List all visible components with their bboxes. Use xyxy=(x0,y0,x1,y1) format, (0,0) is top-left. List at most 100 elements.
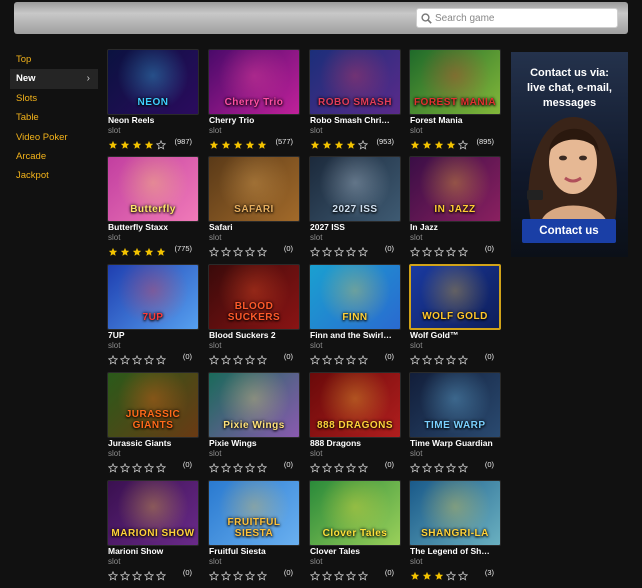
star-filled-icon[interactable] xyxy=(144,244,154,256)
star-empty-icon[interactable] xyxy=(131,352,143,365)
star-filled-icon[interactable] xyxy=(346,137,356,149)
star-filled-icon[interactable] xyxy=(120,137,130,149)
game-title[interactable]: Neon Reels xyxy=(108,115,200,125)
star-empty-icon[interactable] xyxy=(131,460,143,473)
game-thumbnail[interactable]: FINN xyxy=(309,264,401,330)
star-filled-icon[interactable] xyxy=(310,137,320,149)
star-filled-icon[interactable] xyxy=(108,137,118,149)
search-box[interactable] xyxy=(416,8,618,28)
star-rating[interactable]: (0) xyxy=(309,460,402,473)
game-thumbnail[interactable]: TIME WARP xyxy=(409,372,501,438)
game-thumbnail[interactable]: MARIONI SHOW xyxy=(107,480,199,546)
search-input[interactable] xyxy=(435,10,611,26)
star-rating[interactable]: (3) xyxy=(410,568,502,581)
star-filled-icon[interactable] xyxy=(410,137,420,149)
star-empty-icon[interactable] xyxy=(256,244,268,257)
game-card[interactable]: 7UP 7UP slot (0) xyxy=(107,264,199,365)
star-empty-icon[interactable] xyxy=(321,568,333,581)
star-filled-icon[interactable] xyxy=(120,244,130,256)
game-card[interactable]: MARIONI SHOW Marioni Show slot (0) xyxy=(107,480,199,581)
star-rating[interactable]: (0) xyxy=(107,568,200,581)
star-empty-icon[interactable] xyxy=(445,352,457,365)
sidebar-item-new[interactable]: New › xyxy=(10,69,98,89)
star-empty-icon[interactable] xyxy=(220,568,232,581)
game-title[interactable]: 888 Dragons xyxy=(310,438,402,448)
star-empty-icon[interactable] xyxy=(155,137,167,150)
star-rating[interactable]: (0) xyxy=(208,568,301,581)
game-title[interactable]: In Jazz xyxy=(410,222,502,232)
star-empty-icon[interactable] xyxy=(232,352,244,365)
game-title[interactable]: Clover Tales xyxy=(310,546,402,556)
star-empty-icon[interactable] xyxy=(143,460,155,473)
game-card[interactable]: Butterfly Butterfly Staxx slot (775) xyxy=(107,156,199,257)
star-empty-icon[interactable] xyxy=(155,568,167,581)
star-empty-icon[interactable] xyxy=(208,460,220,473)
game-thumbnail[interactable]: FRUITFUL SIESTA xyxy=(208,480,300,546)
star-empty-icon[interactable] xyxy=(421,460,433,473)
star-empty-icon[interactable] xyxy=(131,568,143,581)
star-empty-icon[interactable] xyxy=(457,244,469,257)
game-thumbnail[interactable]: JURASSIC GIANTS xyxy=(107,372,199,438)
star-rating[interactable]: (577) xyxy=(209,137,301,149)
contact-us-button[interactable]: Contact us xyxy=(522,219,616,243)
star-rating[interactable]: (0) xyxy=(409,244,502,257)
star-empty-icon[interactable] xyxy=(155,460,167,473)
game-title[interactable]: Safari xyxy=(209,222,301,232)
game-title[interactable]: Butterfly Staxx xyxy=(108,222,200,232)
star-empty-icon[interactable] xyxy=(433,460,445,473)
star-filled-icon[interactable] xyxy=(410,568,420,580)
star-rating[interactable]: (895) xyxy=(410,137,502,150)
star-filled-icon[interactable] xyxy=(446,137,456,149)
game-card[interactable]: BLOOD SUCKERS Blood Suckers 2 slot (0) xyxy=(208,264,300,365)
star-empty-icon[interactable] xyxy=(309,568,321,581)
sidebar-item-table[interactable]: Table xyxy=(10,108,98,127)
star-empty-icon[interactable] xyxy=(345,568,357,581)
game-card[interactable]: FOREST MANIA Forest Mania slot (895) xyxy=(409,49,501,150)
game-title[interactable]: Forest Mania xyxy=(410,115,502,125)
game-card[interactable]: NEON Neon Reels slot (987) xyxy=(107,49,199,150)
star-filled-icon[interactable] xyxy=(422,568,432,580)
star-filled-icon[interactable] xyxy=(257,137,267,149)
game-title[interactable]: 2027 ISS xyxy=(310,222,402,232)
game-card[interactable]: Clover Tales Clover Tales slot (0) xyxy=(309,480,401,581)
star-filled-icon[interactable] xyxy=(245,137,255,149)
star-rating[interactable]: (0) xyxy=(107,460,200,473)
game-thumbnail[interactable]: NEON xyxy=(107,49,199,115)
star-filled-icon[interactable] xyxy=(132,137,142,149)
star-filled-icon[interactable] xyxy=(233,137,243,149)
game-thumbnail[interactable]: Cherry Trio xyxy=(208,49,300,115)
star-filled-icon[interactable] xyxy=(132,244,142,256)
game-thumbnail[interactable]: SHANGRI-LA xyxy=(409,480,501,546)
game-card[interactable]: TIME WARP Time Warp Guardian slot (0) xyxy=(409,372,501,473)
star-empty-icon[interactable] xyxy=(119,460,131,473)
star-empty-icon[interactable] xyxy=(421,352,433,365)
star-filled-icon[interactable] xyxy=(221,137,231,149)
star-filled-icon[interactable] xyxy=(422,137,432,149)
game-title[interactable]: Pixie Wings xyxy=(209,438,301,448)
game-card[interactable]: Pixie Wings Pixie Wings slot (0) xyxy=(208,372,300,473)
game-title[interactable]: Finn and the Swirl… xyxy=(310,330,402,340)
game-card[interactable]: ROBO SMASH Robo Smash Chri… slot (953) xyxy=(309,49,401,150)
star-empty-icon[interactable] xyxy=(256,352,268,365)
sidebar-item-video-poker[interactable]: Video Poker xyxy=(10,128,98,147)
star-rating[interactable]: (0) xyxy=(208,244,301,257)
star-empty-icon[interactable] xyxy=(433,244,445,257)
star-filled-icon[interactable] xyxy=(209,137,219,149)
star-empty-icon[interactable] xyxy=(457,137,469,150)
star-filled-icon[interactable] xyxy=(144,137,154,149)
star-empty-icon[interactable] xyxy=(409,244,421,257)
star-empty-icon[interactable] xyxy=(357,460,369,473)
star-filled-icon[interactable] xyxy=(434,568,444,580)
star-rating[interactable]: (953) xyxy=(310,137,402,150)
star-empty-icon[interactable] xyxy=(357,352,369,365)
star-empty-icon[interactable] xyxy=(232,460,244,473)
star-empty-icon[interactable] xyxy=(208,568,220,581)
star-empty-icon[interactable] xyxy=(143,568,155,581)
star-empty-icon[interactable] xyxy=(333,460,345,473)
game-thumbnail[interactable]: Clover Tales xyxy=(309,480,401,546)
game-thumbnail[interactable]: Pixie Wings xyxy=(208,372,300,438)
star-empty-icon[interactable] xyxy=(445,460,457,473)
star-rating[interactable]: (987) xyxy=(108,137,200,150)
star-empty-icon[interactable] xyxy=(345,460,357,473)
star-filled-icon[interactable] xyxy=(108,244,118,256)
